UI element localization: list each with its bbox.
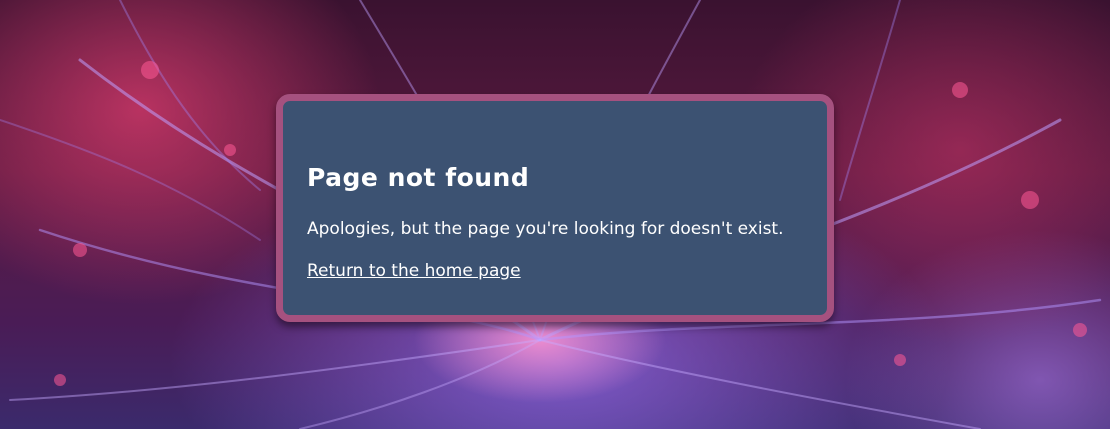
page-title: Page not found [307, 163, 530, 192]
error-message: Apologies, but the page you're looking f… [307, 219, 784, 239]
error-card: Page not found Apologies, but the page y… [276, 94, 834, 322]
return-home-link[interactable]: Return to the home page [307, 261, 521, 281]
